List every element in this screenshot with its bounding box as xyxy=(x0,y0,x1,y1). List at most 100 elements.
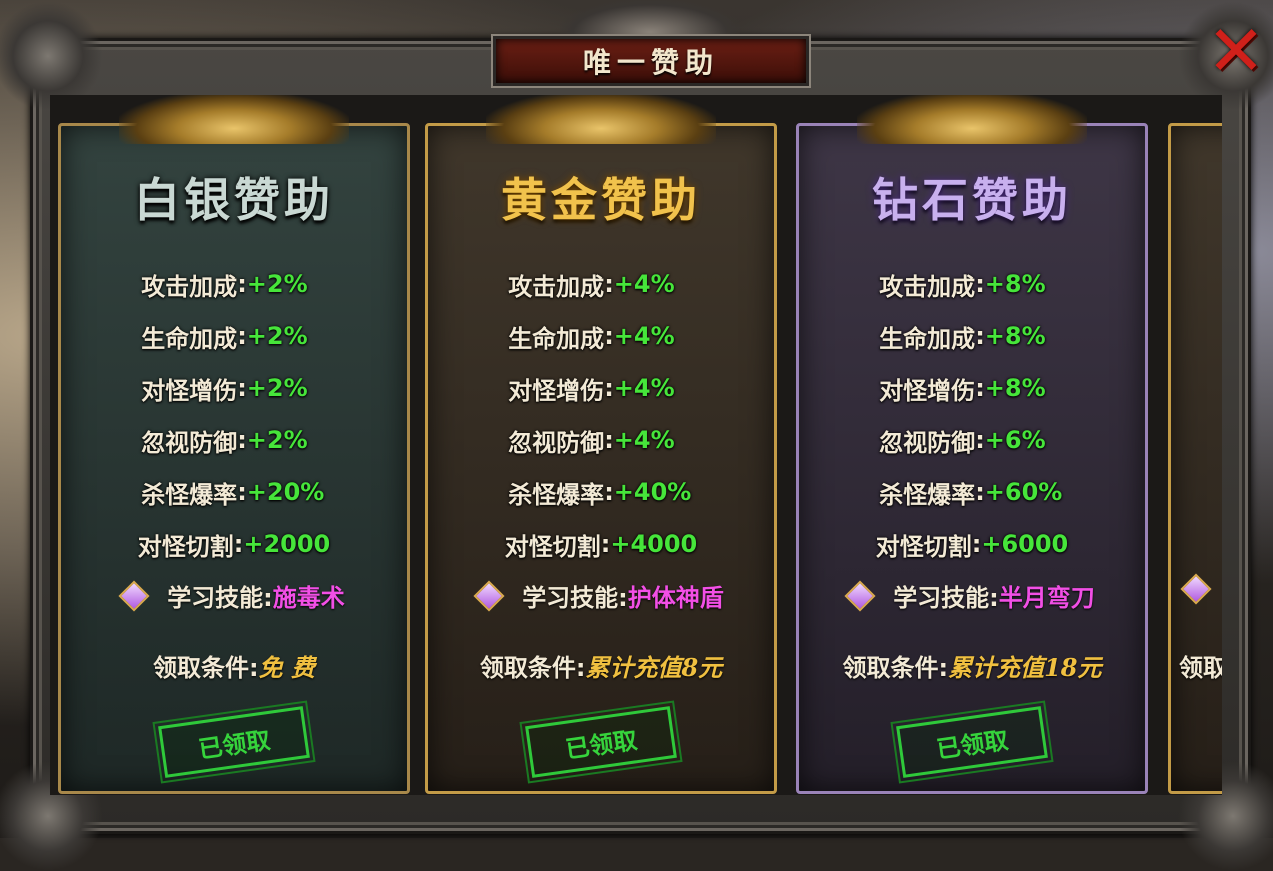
stat-value: +60% xyxy=(984,478,1063,506)
stat-separator: : xyxy=(604,426,614,454)
stat-value: +8% xyxy=(984,270,1046,298)
sponsor-card-gold: 黄金赞助 攻击加成: +4% 生命加成: +4% 对怪增伤: +4% 忽视防御: +4%… xyxy=(425,95,777,794)
condition-row: 领取条件: 累计充值18元 xyxy=(799,648,1145,683)
skill-row: 学习技能: 半月弯刀 xyxy=(799,578,1145,613)
stat-label: 生命加成 xyxy=(879,324,976,353)
condition-value: 累计充值8元 xyxy=(585,653,723,682)
stat-list: 攻击加成: +8% 生命加成: +8% 对怪增伤: +8% 忽视防御: +6% 杀怪爆率… xyxy=(799,258,1145,570)
stat-label: 杀怪爆率 xyxy=(141,480,238,509)
card-title: 钻石赞助 xyxy=(872,173,1072,227)
gem-bullet-icon xyxy=(473,579,505,612)
stat-label: 生命加成 xyxy=(141,324,238,353)
stat-label: 杀怪爆率 xyxy=(879,480,976,509)
stat-label: 对怪增伤 xyxy=(141,376,238,405)
stat-label: 对怪增伤 xyxy=(508,376,605,405)
stat-separator: : xyxy=(237,322,247,350)
stat-label: 忽视防御 xyxy=(879,428,976,457)
gem-bullet-icon xyxy=(118,579,150,612)
stat-value: +4% xyxy=(613,426,675,454)
stat-separator: : xyxy=(975,374,985,402)
stat-row: 攻击加成: +4% xyxy=(428,258,774,310)
stat-separator: : xyxy=(237,478,247,506)
stat-row: 对怪切割: +6000 xyxy=(799,518,1145,570)
gem-bullet-icon xyxy=(844,579,876,612)
stat-label: 对怪切割 xyxy=(504,532,601,561)
stat-separator: : xyxy=(233,530,244,558)
stat-row: 杀怪爆率: +20% xyxy=(61,466,407,518)
stat-separator: : xyxy=(604,322,614,350)
stat-value: +20% xyxy=(246,478,325,506)
stat-row: 对怪切割: +4000 xyxy=(428,518,774,570)
stat-value: +2% xyxy=(246,270,308,298)
stat-row: 生命加成: +8% xyxy=(799,310,1145,362)
stat-separator: : xyxy=(237,426,247,454)
condition-label: 领取 xyxy=(1179,654,1222,682)
sponsor-card-silver: 白银赞助 攻击加成: +2% 生命加成: +2% 对怪增伤: +2% 忽视防御: +2%… xyxy=(58,95,410,794)
condition-label: 领取条件: xyxy=(153,654,259,682)
stat-separator: : xyxy=(604,478,614,506)
stat-separator: : xyxy=(975,478,985,506)
stat-separator: : xyxy=(975,322,985,350)
stat-row: 攻击加成: +2% xyxy=(61,258,407,310)
stat-separator: : xyxy=(237,374,247,402)
skill-row: 学习技能: 护体神盾 xyxy=(428,578,774,613)
crown-ornament-icon xyxy=(486,95,716,144)
stat-label: 攻击加成 xyxy=(508,272,605,301)
stat-value: +40% xyxy=(613,478,692,506)
stat-row: 对怪增伤: +2% xyxy=(61,362,407,414)
stat-list: 攻击加成: +4% 生命加成: +4% 对怪增伤: +4% 忽视防御: +4% 杀怪爆率… xyxy=(428,258,774,570)
stat-row: 忽视防御: +4% xyxy=(428,414,774,466)
stat-row: 杀怪爆率: +60% xyxy=(799,466,1145,518)
sponsor-card-diamond: 钻石赞助 攻击加成: +8% 生命加成: +8% 对怪增伤: +8% 忽视防御: +6%… xyxy=(796,95,1148,794)
stat-row: 忽视防御: +2% xyxy=(61,414,407,466)
stat-label: 对怪切割 xyxy=(137,532,234,561)
stat-label: 对怪切割 xyxy=(875,532,972,561)
stat-value: +8% xyxy=(984,374,1046,402)
stat-row: 生命加成: +4% xyxy=(428,310,774,362)
stat-label: 对怪增伤 xyxy=(879,376,976,405)
skill-row: 学习技能: 施毒术 xyxy=(61,578,407,613)
stat-row: 对怪切割: +2000 xyxy=(61,518,407,570)
stat-value: +8% xyxy=(984,322,1046,350)
claimed-stamp: 已领取 xyxy=(890,699,1054,785)
stat-label: 忽视防御 xyxy=(508,428,605,457)
stat-value: +2000 xyxy=(243,530,331,558)
stat-separator: : xyxy=(975,426,985,454)
stat-value: +2% xyxy=(246,374,308,402)
condition-label: 领取条件: xyxy=(479,654,586,682)
stat-value: +4% xyxy=(613,270,675,298)
condition-label: 领取条件: xyxy=(842,654,949,682)
skill-label: 学习技能: xyxy=(167,584,273,612)
stat-value: +2% xyxy=(246,322,308,350)
stat-separator: : xyxy=(604,374,614,402)
stat-label: 攻击加成 xyxy=(879,272,976,301)
stat-separator: : xyxy=(600,530,611,558)
condition-row: 领取条件: 累计充值8元 xyxy=(428,648,774,683)
sponsor-card-partial: 领取 xyxy=(1168,123,1222,794)
stat-value: +2% xyxy=(246,426,308,454)
stat-list: 攻击加成: +2% 生命加成: +2% 对怪增伤: +2% 忽视防御: +2% 杀怪爆率… xyxy=(61,258,407,570)
stat-separator: : xyxy=(237,270,247,298)
dialog-title-plate: 唯一赞助 xyxy=(493,36,809,86)
stat-value: +6000 xyxy=(981,530,1069,558)
stat-row: 对怪增伤: +8% xyxy=(799,362,1145,414)
stat-value: +4000 xyxy=(610,530,698,558)
stat-label: 生命加成 xyxy=(508,324,605,353)
card-title: 白银赞助 xyxy=(134,173,334,227)
stat-row: 杀怪爆率: +40% xyxy=(428,466,774,518)
stat-row: 对怪增伤: +4% xyxy=(428,362,774,414)
skill-label: 学习技能: xyxy=(893,584,999,612)
stat-row: 忽视防御: +6% xyxy=(799,414,1145,466)
skill-value: 护体神盾 xyxy=(627,584,724,612)
stat-value: +6% xyxy=(984,426,1046,454)
stat-label: 攻击加成 xyxy=(141,272,238,301)
close-button[interactable]: ✕ xyxy=(1205,16,1267,86)
crown-ornament-icon xyxy=(119,95,349,144)
crown-ornament-icon xyxy=(857,95,1087,144)
title-ornament xyxy=(560,0,740,40)
claimed-stamp: 已领取 xyxy=(152,699,316,785)
skill-row xyxy=(1180,573,1222,605)
stat-value: +4% xyxy=(613,322,675,350)
stat-row: 攻击加成: +8% xyxy=(799,258,1145,310)
stat-label: 杀怪爆率 xyxy=(508,480,605,509)
